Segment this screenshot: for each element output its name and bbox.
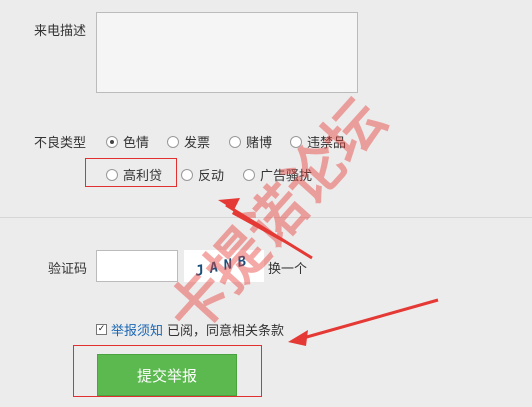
- type-option-loan-sharking[interactable]: 高利贷: [106, 165, 162, 184]
- agree-text: 已阅，同意相关条款: [167, 324, 285, 339]
- type-option-label: 反动: [198, 169, 225, 184]
- radio-icon[interactable]: [290, 135, 302, 148]
- arrow-to-agreement: [288, 298, 439, 346]
- radio-icon[interactable]: [106, 168, 118, 181]
- captcha-label: 验证码: [48, 262, 88, 277]
- type-option-contraband[interactable]: 违禁品: [290, 132, 346, 151]
- type-label: 不良类型: [34, 136, 87, 151]
- refresh-captcha-link[interactable]: 换一个: [268, 258, 307, 277]
- type-option-label: 赌博: [246, 136, 273, 151]
- radio-icon[interactable]: [167, 135, 179, 148]
- radio-icon[interactable]: [181, 168, 193, 181]
- type-option-invoice[interactable]: 发票: [167, 132, 210, 151]
- description-label: 来电描述: [34, 24, 87, 39]
- captcha-image[interactable]: JANB: [184, 250, 264, 282]
- submit-report-button[interactable]: 提交举报: [97, 354, 237, 396]
- type-option-porn[interactable]: 色情: [106, 132, 149, 151]
- agree-checkbox[interactable]: ✓: [96, 324, 107, 335]
- radio-icon[interactable]: [229, 135, 241, 148]
- section-divider: [0, 217, 532, 218]
- type-option-spam-ads[interactable]: 广告骚扰: [243, 165, 312, 184]
- report-form-page: 来电描述 不良类型 色情 发票 赌博 违禁品 高利贷 反动 广告骚扰 验证码 J…: [0, 0, 532, 407]
- captcha-text: JANB: [194, 252, 254, 280]
- type-option-label: 发票: [184, 136, 211, 151]
- radio-icon[interactable]: [243, 168, 255, 181]
- radio-checked-icon[interactable]: [106, 135, 118, 148]
- type-option-label: 高利贷: [123, 169, 163, 184]
- type-option-label: 色情: [123, 136, 150, 151]
- report-notice-link[interactable]: 举报须知: [111, 320, 163, 339]
- agreement-row: ✓ 举报须知 已阅，同意相关条款: [96, 320, 284, 339]
- captcha-input[interactable]: [96, 250, 178, 282]
- type-option-label: 违禁品: [307, 136, 347, 151]
- type-option-label: 广告骚扰: [260, 169, 313, 184]
- type-option-gambling[interactable]: 赌博: [229, 132, 272, 151]
- description-textarea[interactable]: [96, 12, 358, 93]
- type-option-reactionary[interactable]: 反动: [181, 165, 224, 184]
- arrow-to-loan-option: [218, 198, 313, 260]
